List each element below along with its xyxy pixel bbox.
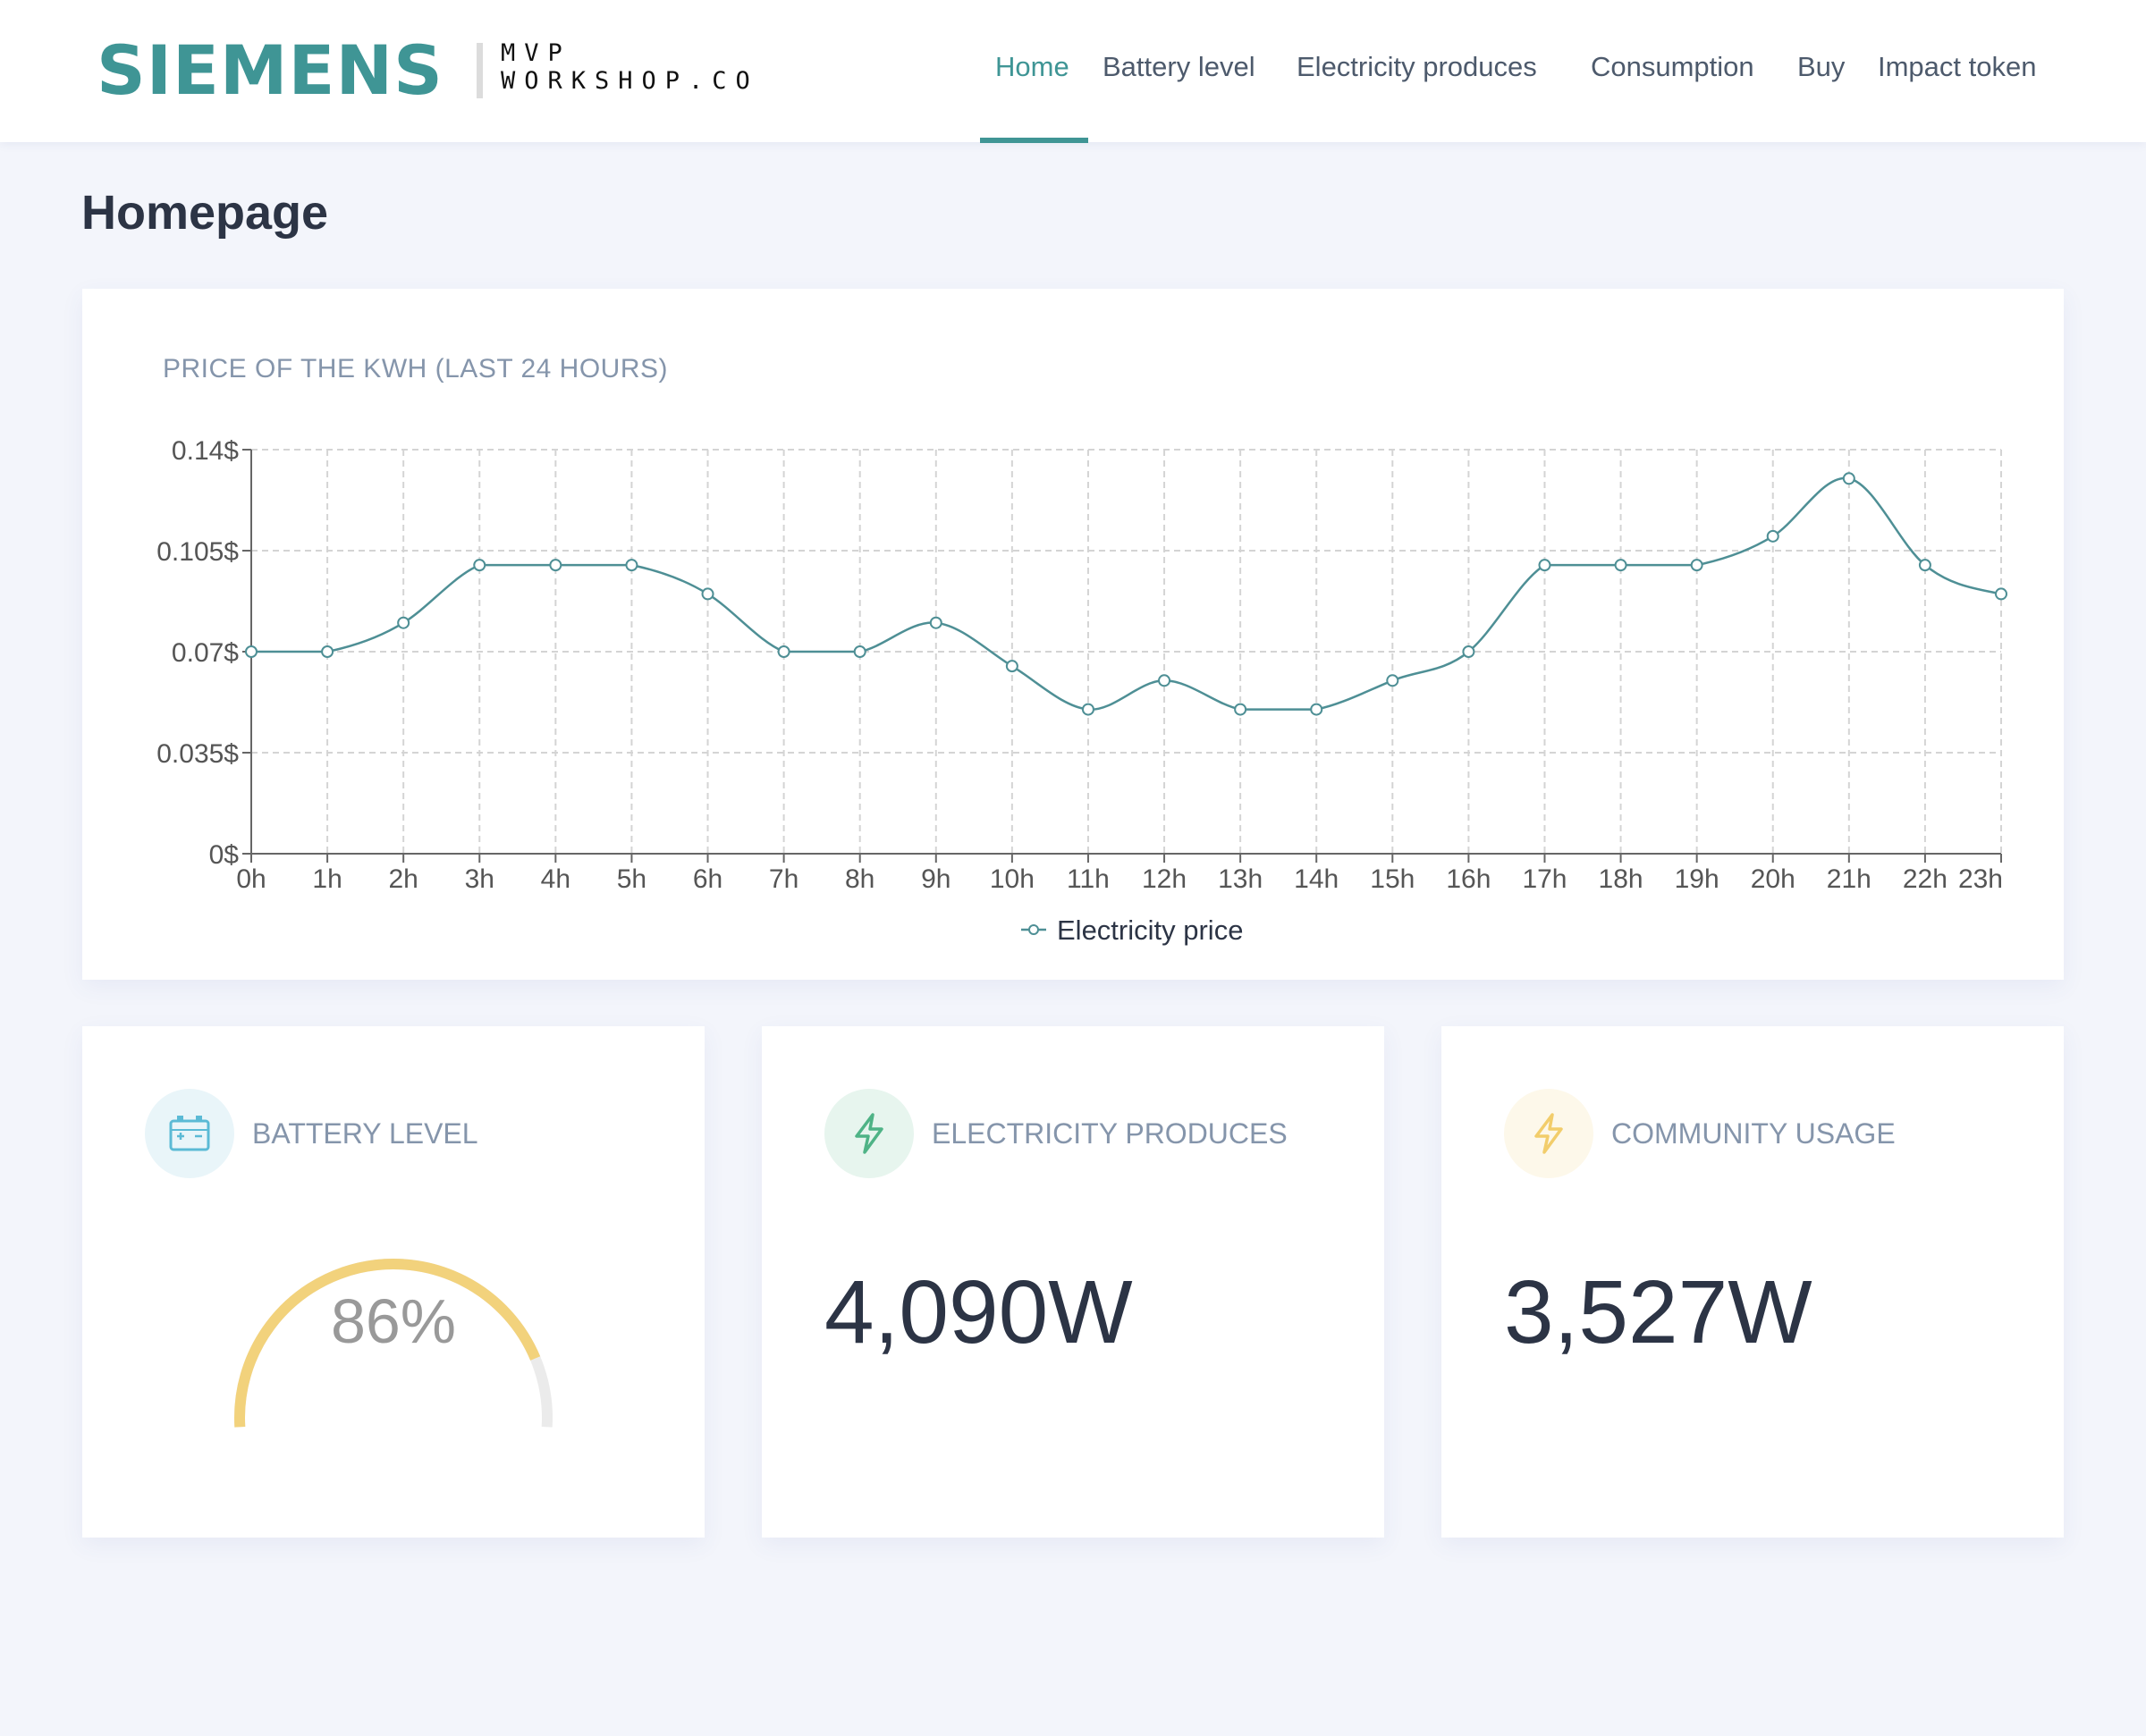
nav-battery-level[interactable]: Battery level — [1103, 49, 1255, 85]
data-point — [1386, 674, 1399, 687]
page-title: Homepage — [81, 186, 329, 240]
y-tick-label: 0.105$ — [156, 537, 239, 567]
nav-impact-token[interactable]: Impact token — [1878, 49, 2036, 85]
x-tick-label: 18h — [1599, 864, 1643, 894]
data-point — [1005, 660, 1018, 673]
x-tick-label: 19h — [1675, 864, 1719, 894]
data-point — [1995, 587, 2007, 601]
x-tick-label: 23h — [1958, 864, 2003, 894]
data-point — [929, 616, 942, 629]
data-point — [1158, 674, 1171, 687]
x-tick-label: 2h — [388, 864, 418, 894]
legend-label: Electricity price — [1057, 914, 1243, 946]
data-point — [625, 559, 638, 572]
top-navbar: SIEMENS MVP WORKSHOP.CO Home Battery lev… — [0, 0, 2146, 143]
battery-level-label: BATTERY LEVEL — [252, 1117, 478, 1150]
community-usage-label: COMMUNITY USAGE — [1611, 1117, 1896, 1150]
data-point — [1842, 472, 1855, 485]
data-point — [397, 616, 410, 629]
nav-consumption[interactable]: Consumption — [1591, 49, 1754, 85]
legend-swatch-marker — [1028, 924, 1039, 935]
x-tick-label: 10h — [990, 864, 1035, 894]
data-point — [1310, 703, 1323, 716]
battery-level-card: BATTERY LEVEL 86% — [82, 1026, 705, 1538]
x-tick-label: 21h — [1827, 864, 1871, 894]
data-point — [1614, 559, 1627, 572]
data-point — [1081, 703, 1094, 716]
x-tick-label: 14h — [1294, 864, 1339, 894]
electricity-produces-label: ELECTRICITY PRODUCES — [932, 1117, 1288, 1150]
community-usage-card: COMMUNITY USAGE 3,527W — [1441, 1026, 2064, 1538]
y-tick-label: 0.14$ — [172, 436, 239, 466]
data-point — [853, 645, 866, 658]
data-point — [473, 559, 486, 572]
price-line-chart: 0$ 0.035$ 0.07$ 0.105$ 0.14$ 0h 1h 2h 3h 4h 5h 6h 7h… — [156, 436, 2007, 946]
data-point — [777, 645, 790, 658]
x-tick-label: 20h — [1751, 864, 1795, 894]
y-tick-label: 0.035$ — [156, 739, 239, 769]
x-tick-label: 3h — [465, 864, 494, 894]
x-tick-label: 7h — [769, 864, 798, 894]
y-tick-label: 0.07$ — [172, 638, 239, 668]
x-tick-label: 8h — [845, 864, 874, 894]
electricity-produces-card: ELECTRICITY PRODUCES 4,090W — [762, 1026, 1384, 1538]
x-tick-label: 6h — [693, 864, 722, 894]
nav-buy[interactable]: Buy — [1797, 49, 1845, 85]
x-tick-label: 5h — [617, 864, 646, 894]
community-usage-value: 3,527W — [1504, 1262, 1812, 1362]
battery-level-value: 86% — [330, 1286, 457, 1356]
x-tick-label: 15h — [1370, 864, 1415, 894]
y-tick-label: 0$ — [209, 840, 240, 870]
x-tick-label: 1h — [312, 864, 342, 894]
nav-electricity-produces[interactable]: Electricity produces — [1297, 49, 1537, 85]
data-point — [1538, 559, 1551, 572]
x-tick-label: 17h — [1522, 864, 1567, 894]
data-point — [1766, 529, 1779, 543]
data-point — [1918, 559, 1931, 572]
data-point — [1690, 559, 1703, 572]
nav-home[interactable]: Home — [995, 49, 1069, 85]
x-tick-label: 16h — [1446, 864, 1491, 894]
price-line — [251, 476, 2002, 711]
electricity-produces-value: 4,090W — [824, 1262, 1133, 1362]
lightning-icon — [1504, 1089, 1593, 1178]
x-tick-label: 4h — [541, 864, 570, 894]
data-point — [245, 645, 258, 658]
x-tick-label: 12h — [1142, 864, 1187, 894]
data-point — [321, 645, 334, 658]
battery-icon — [145, 1089, 234, 1178]
data-point — [549, 559, 562, 572]
x-tick-label: 9h — [921, 864, 950, 894]
data-point — [1462, 645, 1475, 658]
price-chart-card: PRICE OF THE KWH (LAST 24 HOURS) 0$ 0.035… — [82, 289, 2064, 980]
x-tick-label: 11h — [1067, 864, 1110, 894]
x-tick-label: 0h — [236, 864, 266, 894]
main-nav: Home Battery level Electricity produces … — [0, 0, 2146, 143]
lightning-icon — [824, 1089, 914, 1178]
x-tick-label: 22h — [1903, 864, 1947, 894]
nav-active-indicator — [980, 138, 1088, 143]
data-point — [701, 587, 714, 601]
x-tick-label: 13h — [1218, 864, 1263, 894]
data-point — [1234, 703, 1247, 716]
